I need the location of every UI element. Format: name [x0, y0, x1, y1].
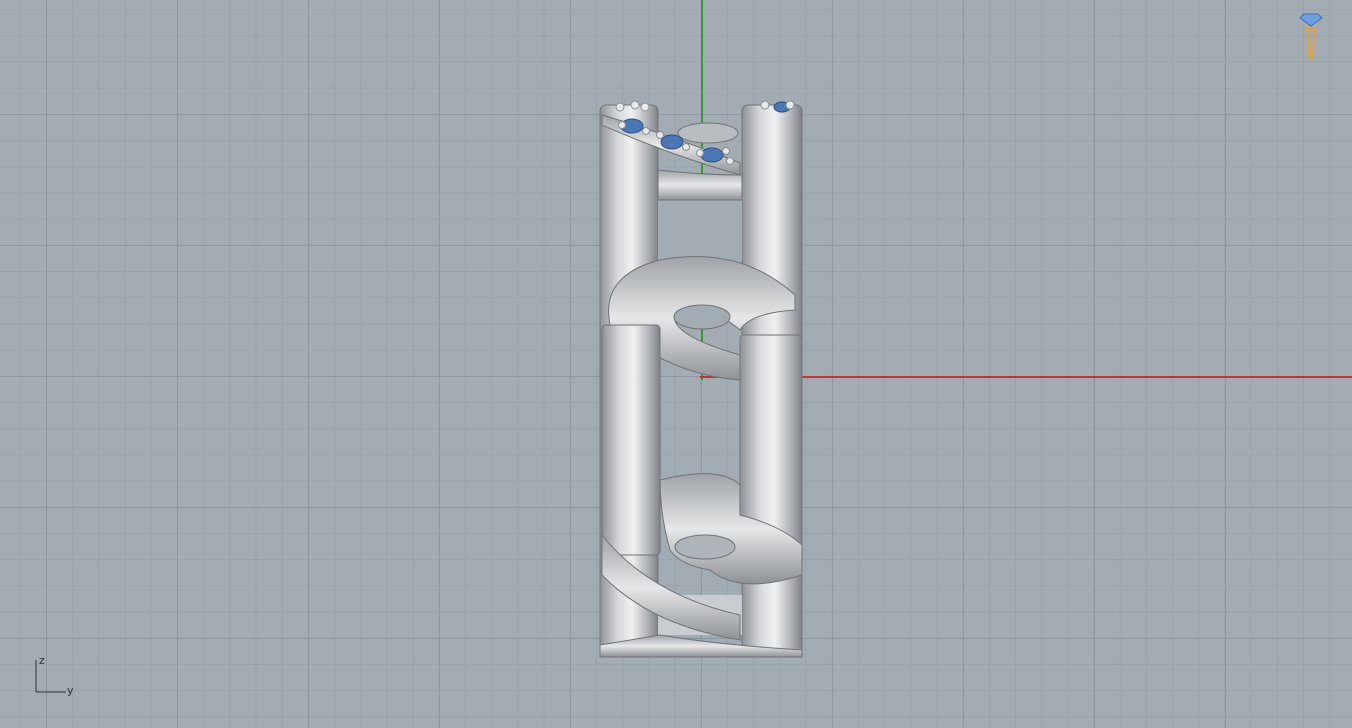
ring-model[interactable]	[590, 95, 820, 665]
gizmo-y-label: y	[67, 684, 74, 697]
center-panel-left	[601, 324, 661, 556]
top-link-hole	[677, 122, 739, 144]
top-link-lower	[657, 169, 743, 201]
axis-gizmo	[35, 660, 66, 693]
gem-pen-icon[interactable]	[1296, 8, 1326, 64]
middle-link-hole	[673, 304, 731, 330]
gizmo-z-label: z	[39, 654, 45, 667]
lower-link-hole	[674, 534, 736, 560]
inner-opening-top	[658, 200, 742, 260]
